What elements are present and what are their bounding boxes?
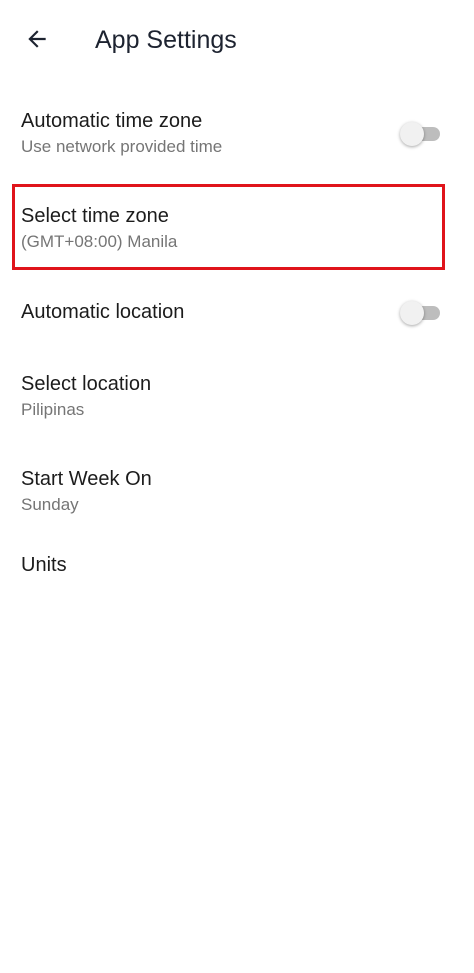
- app-bar: App Settings: [0, 0, 474, 80]
- setting-units[interactable]: Units: [0, 552, 474, 582]
- setting-select-location[interactable]: Select location Pilipinas: [0, 371, 474, 427]
- setting-automatic-location[interactable]: Automatic location: [0, 299, 474, 329]
- setting-subtitle: (GMT+08:00) Manila: [21, 232, 178, 251]
- setting-select-time-zone[interactable]: Select time zone (GMT+08:00) Manila: [0, 203, 474, 259]
- setting-start-week-on[interactable]: Start Week On Sunday: [0, 466, 474, 522]
- setting-subtitle: Sunday: [21, 495, 79, 514]
- page-title: App Settings: [95, 26, 237, 54]
- setting-title: Select time zone: [21, 205, 169, 227]
- setting-title: Start Week On: [21, 468, 152, 490]
- automatic-location-toggle[interactable]: [400, 301, 440, 325]
- setting-subtitle: Pilipinas: [21, 400, 85, 419]
- setting-automatic-time-zone[interactable]: Automatic time zone Use network provided…: [0, 108, 474, 164]
- toggle-thumb: [400, 122, 424, 146]
- toggle-thumb: [400, 301, 424, 325]
- back-button[interactable]: [20, 22, 54, 56]
- arrow-left-icon: [28, 30, 46, 48]
- setting-title: Units: [21, 554, 67, 576]
- setting-title: Select location: [21, 373, 152, 395]
- automatic-time-zone-toggle[interactable]: [400, 122, 440, 146]
